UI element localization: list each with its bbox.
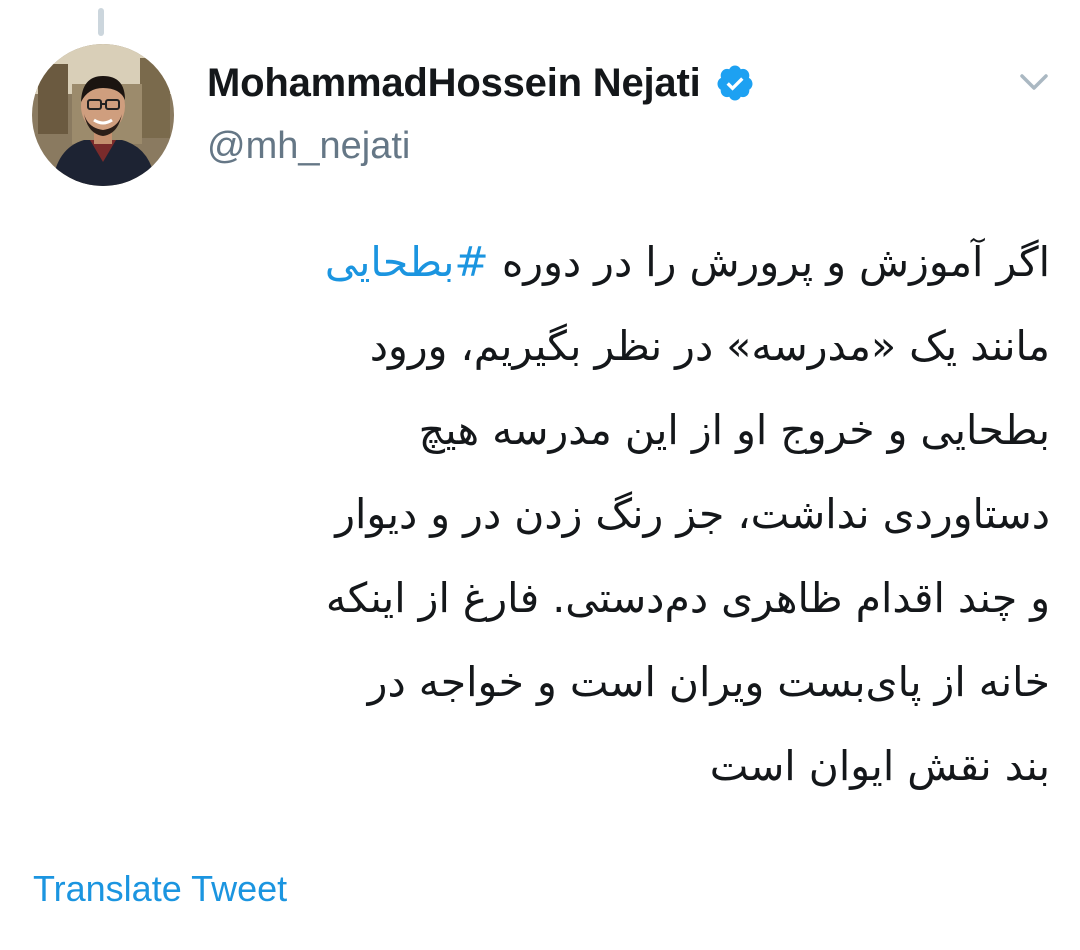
avatar[interactable] <box>32 44 174 186</box>
tweet-text: اگر آموزش و پرورش را در دوره #بطحایی مان… <box>30 220 1050 808</box>
thread-connector-line <box>98 8 104 36</box>
tweet-line-7: بند نقش ایوان است <box>709 742 1050 790</box>
author-handle[interactable]: @mh_nejati <box>207 125 410 168</box>
author-display-name[interactable]: MohammadHossein Nejati <box>207 61 701 106</box>
chevron-down-icon[interactable] <box>1012 62 1056 102</box>
hashtag-link[interactable]: #بطحایی <box>325 238 489 286</box>
tweet-line-3: بطحایی و خروج او از این مدرسه هیچ <box>418 406 1050 454</box>
tweet-line-1-text: اگر آموزش و پرورش را در دوره <box>488 238 1050 286</box>
tweet-line-6: خانه از پای‌بست ویران است و خواجه در <box>367 658 1050 706</box>
tweet-line-5: و چند اقدام ظاهری دم‌دستی. فارغ از اینکه <box>325 574 1050 622</box>
tweet-line-1: اگر آموزش و پرورش را در دوره #بطحایی <box>30 220 1050 304</box>
translate-tweet-link[interactable]: Translate Tweet <box>33 868 287 910</box>
verified-badge-icon <box>715 63 755 103</box>
author-name-row[interactable]: MohammadHossein Nejati <box>207 54 755 112</box>
tweet-line-4: دستاوردی نداشت، جز رنگ زدن در و دیوار <box>335 490 1050 538</box>
tweet-line-2: مانند یک «مدرسه» در نظر بگیریم، ورود <box>369 322 1050 370</box>
avatar-photo <box>32 44 174 186</box>
